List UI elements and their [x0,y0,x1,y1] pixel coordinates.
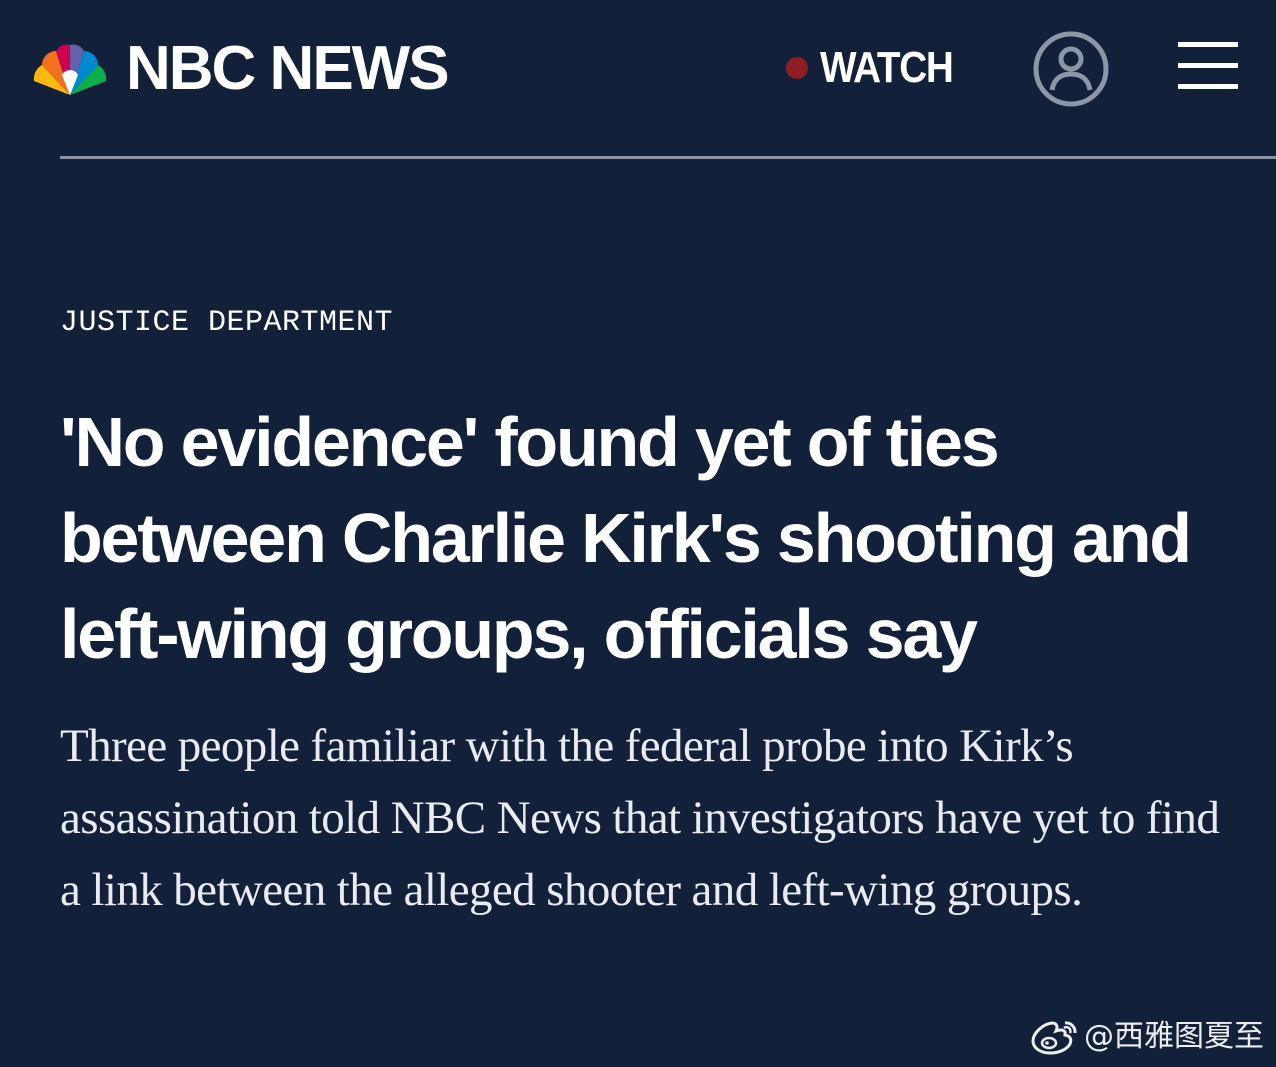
header-divider [60,156,1276,159]
weibo-icon [1031,1021,1077,1055]
menu-line [1178,84,1238,89]
brand-wordmark: NBC NEWS [126,34,450,103]
live-dot-icon [786,57,808,79]
watermark-handle: @西雅图夏至 [1084,1019,1264,1054]
watermark: @西雅图夏至 [1030,1017,1264,1057]
article-dek: Three people familiar with the federal p… [60,720,1220,916]
menu-line [1178,63,1238,68]
hamburger-menu-icon[interactable] [1178,42,1238,92]
article-headline: 'No evidence' found yet of ties between … [60,403,1192,673]
nbc-peacock-icon [33,44,107,95]
watch-link[interactable]: WATCH [786,44,971,92]
section-label[interactable]: JUSTICE DEPARTMENT [60,306,393,340]
site-header: NBC NEWS WATCH [0,0,1276,158]
user-account-icon[interactable] [1032,30,1110,108]
menu-line [1178,42,1238,47]
watch-label: WATCH [820,43,954,92]
nbc-news-logo[interactable]: NBC NEWS [28,34,450,103]
